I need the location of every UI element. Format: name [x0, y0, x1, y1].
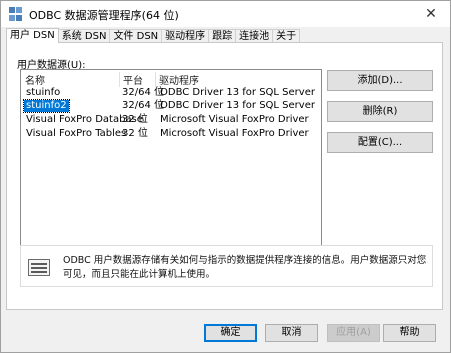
row-name: Visual FoxPro Tables — [26, 128, 127, 139]
window-title: ODBC 数据源管理程序(64 位) — [29, 9, 179, 22]
odbc-dialog-window: ODBC 数据源管理程序(64 位) ✕ 用户 DSN 系统 DSN 文件 DS… — [0, 0, 451, 353]
list-header: 名称 平台 驱动程序 — [21, 70, 321, 87]
tab-file-dsn[interactable]: 文件 DSN — [109, 29, 163, 43]
add-button[interactable]: 添加(D)... — [327, 70, 433, 91]
list-item[interactable]: stuinfo 32/64 位 ODBC Driver 13 for SQL S… — [22, 87, 318, 99]
info-box: ODBC 用户数据源存储有关如何与指示的数据提供程序连接的信息。用户数据源只对您… — [20, 245, 433, 287]
configure-button[interactable]: 配置(C)... — [327, 132, 433, 153]
list-item[interactable]: Visual FoxPro Tables 32 位 Microsoft Visu… — [22, 128, 318, 140]
row-driver: Microsoft Visual FoxPro Driver — [160, 128, 309, 139]
data-source-list[interactable]: 名称 平台 驱动程序 stuinfo 32/64 位 ODBC Driver 1… — [20, 69, 322, 274]
help-button[interactable]: 帮助 — [383, 324, 436, 342]
tab-user-dsn[interactable]: 用户 DSN — [6, 28, 59, 43]
row-platform: 32 位 — [122, 114, 148, 125]
row-platform: 32/64 位 — [122, 87, 164, 98]
cancel-button[interactable]: 取消 — [265, 324, 318, 342]
row-platform: 32/64 位 — [122, 100, 164, 111]
column-header-platform[interactable]: 平台 — [119, 72, 143, 87]
row-driver: Microsoft Visual FoxPro Driver — [160, 114, 309, 125]
list-item[interactable]: Visual FoxPro Database 32 位 Microsoft Vi… — [22, 114, 318, 126]
close-button[interactable]: ✕ — [416, 2, 446, 26]
row-platform: 32 位 — [122, 128, 148, 139]
data-source-info-icon — [28, 259, 50, 276]
apply-button[interactable]: 应用(A) — [327, 324, 380, 342]
tab-connection-pooling[interactable]: 连接池 — [235, 29, 274, 43]
title-bar: ODBC 数据源管理程序(64 位) ✕ — [1, 1, 450, 27]
row-driver: ODBC Driver 13 for SQL Server — [160, 87, 315, 98]
column-header-driver[interactable]: 驱动程序 — [155, 72, 199, 87]
row-driver: ODBC Driver 13 for SQL Server — [160, 100, 315, 111]
ok-button[interactable]: 确定 — [204, 324, 257, 342]
row-name: stuinfo — [26, 87, 61, 98]
remove-button[interactable]: 删除(R) — [327, 101, 433, 122]
tab-strip: 用户 DSN 系统 DSN 文件 DSN 驱动程序 跟踪 连接池 关于 — [6, 28, 301, 43]
row-name: stuinfo2 — [23, 99, 70, 113]
user-dsn-panel: 用户数据源(U): 名称 平台 驱动程序 stuinfo 32/64 位 ODB… — [6, 42, 443, 310]
tab-system-dsn[interactable]: 系统 DSN — [57, 29, 111, 43]
odbc-app-icon — [9, 7, 23, 21]
list-item-selected[interactable]: stuinfo2 32/64 位 ODBC Driver 13 for SQL … — [22, 99, 318, 113]
tab-drivers[interactable]: 驱动程序 — [161, 29, 210, 43]
column-header-name[interactable]: 名称 — [25, 72, 45, 87]
tab-tracing[interactable]: 跟踪 — [208, 29, 237, 43]
tab-about[interactable]: 关于 — [272, 29, 301, 43]
info-description: ODBC 用户数据源存储有关如何与指示的数据提供程序连接的信息。用户数据源只对您… — [63, 255, 427, 280]
